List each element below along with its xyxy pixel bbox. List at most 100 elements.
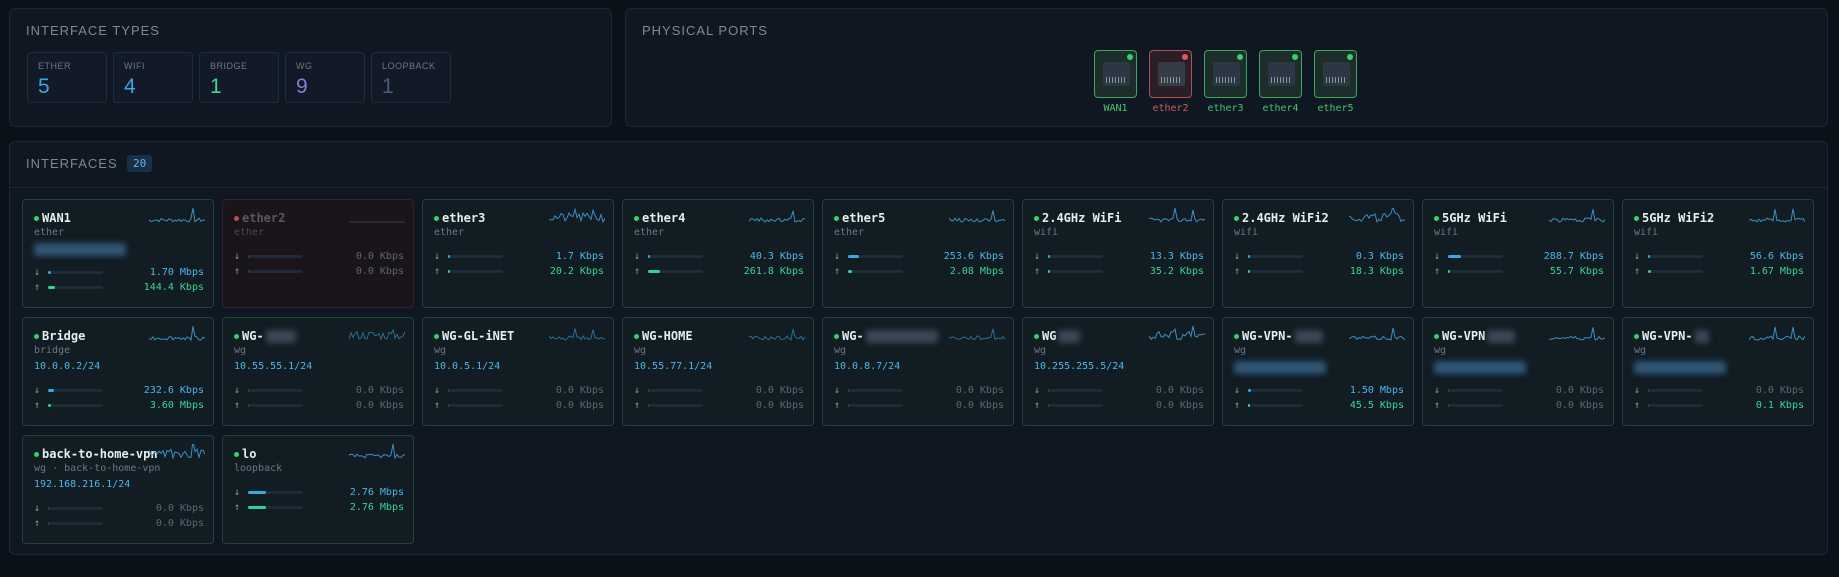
rx-rate: 56.6 Kbps — [1749, 250, 1804, 262]
interface-card[interactable]: 5GHz WiFi2 wifi ↓ 56.6 Kbps ↑ 1.67 Mbps — [1622, 199, 1814, 308]
arrow-down-icon: ↓ — [834, 384, 841, 396]
interface-card[interactable]: WG-wg 10.55.55.1/24 ↓ 0.0 Kbps ↑ 0.0 Kbps — [222, 317, 414, 426]
interface-card[interactable]: ether3 ether ↓ 1.7 Kbps ↑ 20.2 Kbps — [422, 199, 614, 308]
tx-level-fill — [1448, 269, 1451, 273]
tx-level-bar — [448, 269, 503, 273]
interface-card[interactable]: WG-VPN wg ↓ 0.0 Kbps ↑ 0.0 Kbps — [1422, 317, 1614, 426]
rx-rate-row: ↓ 1.70 Mbps — [34, 266, 204, 278]
interface-card[interactable]: WAN1 ether ↓ 1.70 Mbps ↑ 144.4 Kbps — [22, 199, 214, 308]
ethernet-port-icon[interactable] — [1149, 50, 1192, 98]
type-card-wg[interactable]: WG 9 — [285, 52, 365, 103]
traffic-sparkline — [949, 328, 1005, 341]
port-wan1[interactable]: WAN1 — [1094, 50, 1137, 114]
arrow-down-icon: ↓ — [1634, 250, 1641, 262]
rx-rate-row: ↓ 56.6 Kbps — [1634, 250, 1804, 262]
rx-level-bar — [248, 490, 303, 494]
interface-type: wifi — [1434, 227, 1459, 238]
status-dot — [434, 215, 439, 221]
port-ether4[interactable]: ether4 — [1259, 50, 1302, 114]
rx-rate-row: ↓ 288.7 Kbps — [1434, 250, 1604, 262]
ethernet-port-icon[interactable] — [1259, 50, 1302, 98]
interface-card[interactable]: ether2 ether ↓ 0.0 Kbps ↑ 0.0 Kbps — [222, 199, 414, 308]
tx-rate: 2.08 Mbps — [949, 265, 1004, 277]
type-card-loopback[interactable]: LOOPBACK 1 — [371, 52, 451, 103]
status-dot — [1634, 215, 1639, 221]
interfaces-header-divider — [10, 187, 1827, 188]
interface-type: wg — [1634, 345, 1647, 356]
tx-rate-row: ↑ 0.0 Kbps — [34, 517, 204, 529]
tx-level-fill — [48, 403, 52, 407]
rx-rate: 232.6 Kbps — [143, 384, 204, 396]
rx-level-fill — [448, 388, 450, 392]
interface-name: ether4 — [642, 211, 686, 225]
rx-level-fill — [48, 388, 54, 392]
interface-name: WG-VPN- — [1242, 329, 1293, 343]
type-card-ether[interactable]: ETHER 5 — [27, 52, 107, 103]
interface-card[interactable]: lo loopback ↓ 2.76 Mbps ↑ 2.76 Mbps — [222, 435, 414, 544]
redacted-name — [265, 329, 296, 343]
tx-level-bar — [1448, 269, 1503, 273]
rx-level-fill — [248, 388, 250, 392]
rx-rate: 1.7 Kbps — [555, 250, 604, 262]
ethernet-port-icon[interactable] — [1094, 50, 1137, 98]
type-card-bridge[interactable]: BRIDGE 1 — [199, 52, 279, 103]
redacted-address — [1634, 361, 1726, 374]
traffic-sparkline — [349, 444, 405, 460]
interface-card[interactable]: WG-HOME wg 10.55.77.1/24 ↓ 0.0 Kbps ↑ 0.0 Kbps — [622, 317, 814, 426]
port-ether5[interactable]: ether5 — [1314, 50, 1357, 114]
tx-rate: 0.0 Kbps — [355, 399, 404, 411]
rx-level-bar — [1648, 388, 1703, 392]
interface-card[interactable]: WG-VPN-wg ↓ 1.50 Mbps ↑ 45.5 Kbps — [1222, 317, 1414, 426]
interface-card[interactable]: 5GHz WiFi wifi ↓ 288.7 Kbps ↑ 55.7 Kbps — [1422, 199, 1614, 308]
rx-level-bar — [1448, 388, 1503, 392]
arrow-down-icon: ↓ — [834, 250, 841, 262]
rx-rate: 288.7 Kbps — [1543, 250, 1604, 262]
interface-card[interactable]: Bridge bridge 10.0.0.2/24 ↓ 232.6 Kbps ↑ 3.60 … — [22, 317, 214, 426]
rx-level-fill — [1048, 254, 1051, 258]
interface-type: wg — [234, 345, 247, 356]
tx-level-fill — [1448, 403, 1450, 407]
traffic-sparkline — [1749, 326, 1805, 341]
ethernet-port-icon[interactable] — [1204, 50, 1247, 98]
interface-card[interactable]: 2.4GHz WiFi2 wifi ↓ 0.3 Kbps ↑ 18.3 Kbps — [1222, 199, 1414, 308]
rx-level-bar — [1448, 254, 1503, 258]
arrow-up-icon: ↑ — [634, 399, 641, 411]
type-label: LOOPBACK — [382, 61, 436, 71]
interface-name: ether3 — [442, 211, 486, 225]
tx-rate-row: ↑ 2.76 Mbps — [234, 501, 404, 513]
interface-card[interactable]: WG-GL-iNET wg 10.0.5.1/24 ↓ 0.0 Kbps ↑ 0.0 Kbp… — [422, 317, 614, 426]
type-card-wifi[interactable]: WIFI 4 — [113, 52, 193, 103]
interface-address: 10.0.0.2/24 — [34, 361, 101, 372]
type-label: WIFI — [124, 61, 145, 71]
ethernet-port-icon[interactable] — [1314, 50, 1357, 98]
port-ether3[interactable]: ether3 — [1204, 50, 1247, 114]
interface-card[interactable]: 2.4GHz WiFi wifi ↓ 13.3 Kbps ↑ 35.2 Kbps — [1022, 199, 1214, 308]
arrow-up-icon: ↑ — [1634, 265, 1641, 277]
rx-rate: 253.6 Kbps — [943, 250, 1004, 262]
port-ether2[interactable]: ether2 — [1149, 50, 1192, 114]
interface-card[interactable]: back-to-home-vpn wg · back-to-home-vpn 192… — [22, 435, 214, 544]
status-dot — [34, 451, 39, 457]
arrow-up-icon: ↑ — [1634, 399, 1641, 411]
rx-rate-row: ↓ 0.0 Kbps — [634, 384, 804, 396]
tx-rate-row: ↑ 2.08 Mbps — [834, 265, 1004, 277]
rx-rate-row: ↓ 0.0 Kbps — [234, 384, 404, 396]
arrow-up-icon: ↑ — [434, 399, 441, 411]
port-jack — [1158, 62, 1185, 86]
interface-address: 10.0.5.1/24 — [434, 361, 501, 372]
interface-card[interactable]: ether5 ether ↓ 253.6 Kbps ↑ 2.08 Mbps — [822, 199, 1014, 308]
rx-rate-row: ↓ 1.7 Kbps — [434, 250, 604, 262]
port-pins — [1326, 77, 1347, 83]
interface-card[interactable]: WG-wg 10.0.8.7/24 ↓ 0.0 Kbps ↑ 0.0 Kbps — [822, 317, 1014, 426]
rx-rate-row: ↓ 0.0 Kbps — [834, 384, 1004, 396]
interface-card[interactable]: WG wg 10.255.255.5/24 ↓ 0.0 Kbps ↑ 0.0 Kbps — [1022, 317, 1214, 426]
interface-card[interactable]: WG-VPN-wg ↓ 0.0 Kbps ↑ 0.1 Kbps — [1622, 317, 1814, 426]
traffic-sparkline — [549, 208, 605, 224]
tx-rate: 261.8 Kbps — [743, 265, 804, 277]
interface-card[interactable]: ether4 ether ↓ 40.3 Kbps ↑ 261.8 Kbps — [622, 199, 814, 308]
status-dot — [1234, 333, 1239, 339]
interface-type: ether — [634, 227, 665, 238]
rx-rate: 0.0 Kbps — [355, 250, 404, 262]
tx-rate: 20.2 Kbps — [549, 265, 604, 277]
rx-level-fill — [448, 254, 451, 258]
